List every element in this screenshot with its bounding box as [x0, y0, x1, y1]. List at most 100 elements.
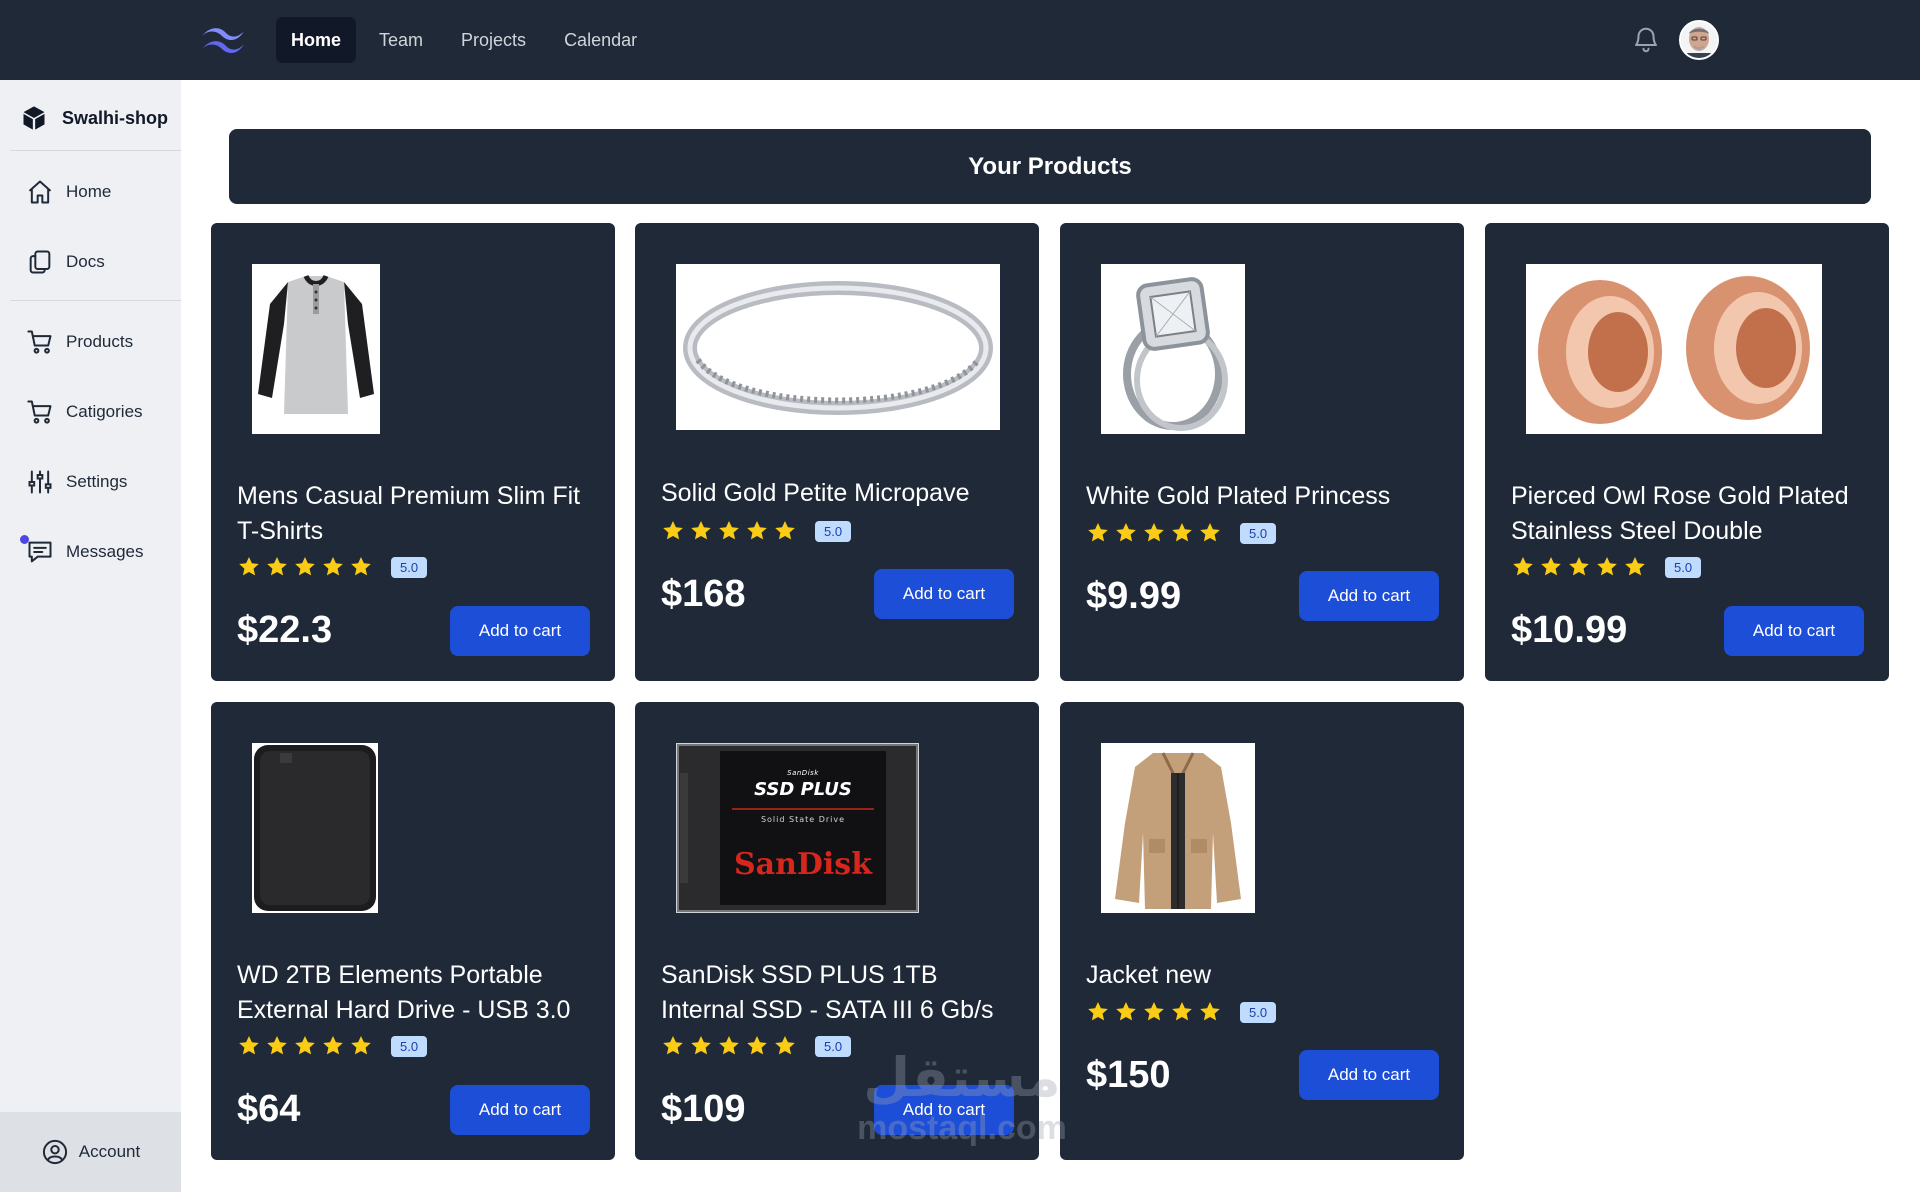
star-icon: [775, 1036, 795, 1055]
star-icon: [775, 521, 795, 540]
rating-badge: 5.0: [1240, 1001, 1277, 1023]
sliders-icon: [28, 470, 52, 494]
product-image-ssd[interactable]: SanDisk SSD PLUS Solid State Drive SanDi…: [676, 743, 919, 913]
nav-home[interactable]: Home: [276, 17, 357, 63]
sidebar-item-catigories[interactable]: Catigories: [26, 396, 143, 428]
product-price: $109: [661, 1088, 746, 1130]
product-image-ring-band[interactable]: [676, 264, 1000, 430]
sandisk-logo: SanDisk: [733, 847, 872, 882]
brand[interactable]: Swalhi-shop: [20, 100, 168, 136]
sidebar-item-messages[interactable]: Messages: [20, 535, 144, 568]
rating-badge: 5.0: [1665, 556, 1702, 578]
star-icon: [1088, 523, 1108, 542]
cube-icon: [23, 106, 45, 130]
product-title[interactable]: SanDisk SSD PLUS 1TB Internal SSD - SATA…: [661, 958, 1021, 1028]
ssd-subtitle: Solid State Drive: [760, 815, 846, 824]
account-label: Account: [78, 1142, 141, 1161]
sidebar-item-docs[interactable]: Docs: [26, 246, 105, 278]
sidebar: Swalhi-shop Home Docs Products Catigorie…: [0, 80, 181, 1192]
star-icon: [295, 557, 315, 576]
rating-badge: 5.0: [1240, 522, 1277, 544]
star-icon: [691, 521, 711, 540]
sidebar-item-label: Catigories: [66, 402, 143, 421]
add-to-cart-button[interactable]: Add to cart: [1724, 606, 1864, 656]
bell-icon[interactable]: [1631, 25, 1661, 55]
sidebar-item-label: Settings: [66, 472, 128, 491]
product-image-hdd[interactable]: [252, 743, 378, 913]
product-card: Mens Casual Premium Slim Fit T-Shirts 5.…: [211, 223, 615, 681]
ssd-model: SSD PLUS: [754, 779, 852, 800]
product-price: $9.99: [1086, 575, 1182, 617]
nav-projects[interactable]: Projects: [446, 17, 541, 63]
product-image-plugs[interactable]: [1526, 264, 1822, 434]
star-icon: [295, 1036, 315, 1055]
product-title[interactable]: WD 2TB Elements Portable External Hard D…: [237, 958, 597, 1028]
docs-icon: [29, 250, 51, 274]
star-icon: [1116, 523, 1136, 542]
product-card: SanDisk SSD PLUS Solid State Drive SanDi…: [635, 702, 1039, 1160]
star-icon: [351, 1036, 371, 1055]
product-card: White Gold Plated Princess 5.0 $9.99 Add…: [1060, 223, 1464, 681]
product-image-jacket[interactable]: [1101, 743, 1255, 913]
product-rating: 5.0: [1086, 521, 1277, 545]
star-icon: [691, 1036, 711, 1055]
sidebar-item-label: Home: [66, 182, 112, 201]
product-card: Jacket new 5.0 $150 Add to cart: [1060, 702, 1464, 1160]
star-icon: [747, 1036, 767, 1055]
star-icon: [1172, 523, 1192, 542]
add-to-cart-button[interactable]: Add to cart: [874, 1085, 1014, 1135]
cart-icon: [27, 400, 52, 424]
star-icon: [1625, 557, 1645, 576]
product-card: Solid Gold Petite Micropave 5.0 $168 Add…: [635, 223, 1039, 681]
message-icon: [28, 541, 52, 563]
brand-name: Swalhi-shop: [62, 107, 169, 128]
product-price: $10.99: [1511, 609, 1628, 651]
add-to-cart-button[interactable]: Add to cart: [1299, 571, 1439, 621]
product-title[interactable]: White Gold Plated Princess: [1086, 479, 1446, 514]
product-title[interactable]: Solid Gold Petite Micropave: [661, 476, 1021, 511]
product-image-ring-princess[interactable]: [1101, 264, 1245, 434]
rating-badge: 5.0: [815, 520, 852, 542]
rating-badge: 5.0: [391, 556, 428, 578]
sidebar-divider: [10, 150, 181, 151]
product-rating: 5.0: [661, 519, 852, 543]
sidebar-item-label: Messages: [66, 542, 144, 561]
products-header: Your Products: [229, 129, 1871, 204]
add-to-cart-button[interactable]: Add to cart: [1299, 1050, 1439, 1100]
product-price: $64: [237, 1088, 301, 1130]
product-rating: 5.0: [1086, 1000, 1277, 1024]
sidebar-item-label: Products: [66, 332, 134, 351]
notification-dot: [20, 535, 29, 544]
product-title[interactable]: Pierced Owl Rose Gold Plated Stainless S…: [1511, 479, 1871, 549]
star-icon: [323, 1036, 343, 1055]
add-to-cart-button[interactable]: Add to cart: [450, 1085, 590, 1135]
star-icon: [239, 557, 259, 576]
star-icon: [239, 1036, 259, 1055]
product-rating: 5.0: [661, 1034, 852, 1058]
star-icon: [267, 557, 287, 576]
star-icon: [1200, 1002, 1220, 1021]
star-icon: [351, 557, 371, 576]
sidebar-divider: [10, 300, 181, 301]
star-icon: [719, 521, 739, 540]
product-title[interactable]: Jacket new: [1086, 958, 1446, 993]
nav-calendar[interactable]: Calendar: [549, 17, 652, 63]
sidebar-item-home[interactable]: Home: [26, 176, 111, 208]
sidebar-item-settings[interactable]: Settings: [26, 466, 127, 498]
star-icon: [719, 1036, 739, 1055]
add-to-cart-button[interactable]: Add to cart: [874, 569, 1014, 619]
product-image-tshirt[interactable]: [252, 264, 380, 434]
product-title[interactable]: Mens Casual Premium Slim Fit T-Shirts: [237, 479, 597, 549]
star-icon: [663, 521, 683, 540]
product-rating: 5.0: [237, 555, 428, 579]
nav-team[interactable]: Team: [364, 17, 438, 63]
account-button[interactable]: Account: [0, 1112, 181, 1192]
product-price: $22.3: [237, 609, 333, 651]
sidebar-item-products[interactable]: Products: [26, 326, 133, 358]
star-icon: [1088, 1002, 1108, 1021]
logo-icon[interactable]: [198, 22, 248, 58]
add-to-cart-button[interactable]: Add to cart: [450, 606, 590, 656]
main-nav: Home Team Projects Calendar: [276, 17, 652, 63]
avatar[interactable]: [1679, 20, 1719, 60]
product-card: WD 2TB Elements Portable External Hard D…: [211, 702, 615, 1160]
